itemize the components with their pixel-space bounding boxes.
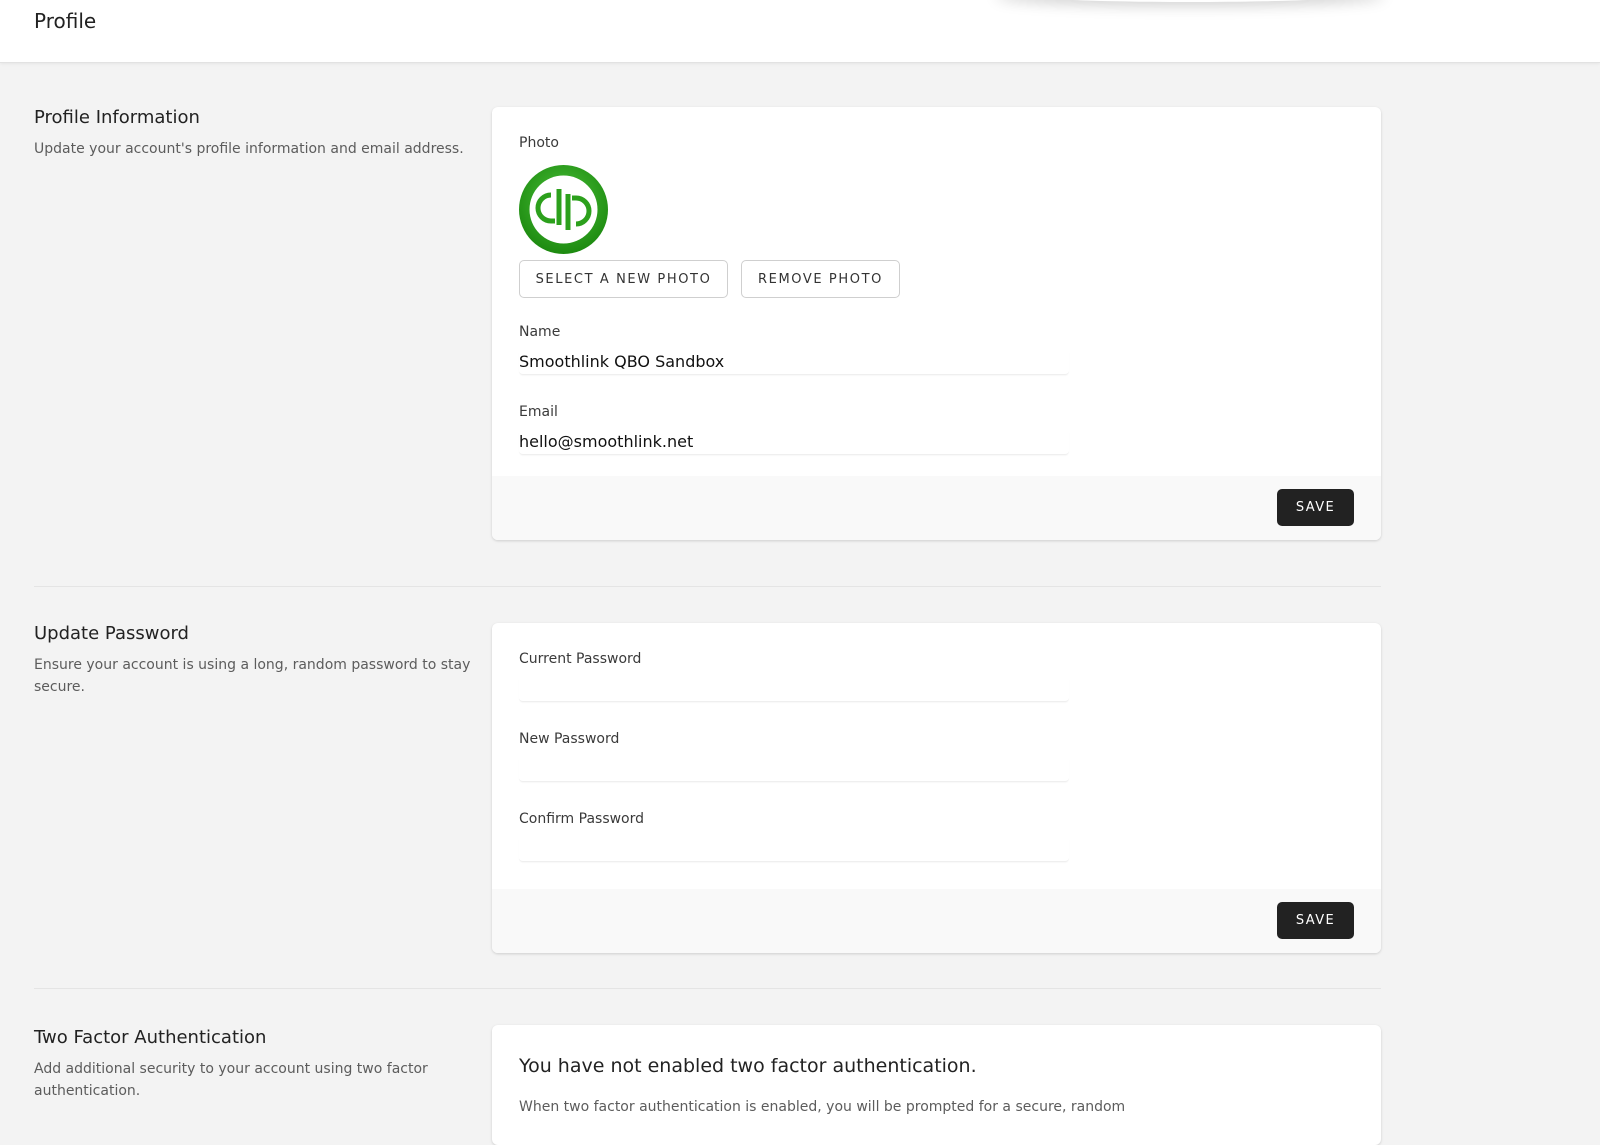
section-divider [34,586,1381,587]
avatar [519,165,608,254]
two-factor-status-text: When two factor authentication is enable… [519,1099,1126,1115]
name-field[interactable] [519,349,1069,375]
section-description: Update your account's profile informatio… [34,141,464,157]
remove-photo-button[interactable]: REMOVE PHOTO [741,260,900,298]
section-title: Update Password [34,623,189,644]
profile-information-section: Profile Information Update your account'… [0,105,1600,541]
new-password-field[interactable] [519,756,1069,782]
dropdown-shadow [995,0,1385,2]
select-new-photo-button[interactable]: SELECT A NEW PHOTO [519,260,728,298]
save-profile-button[interactable]: SAVE [1277,489,1354,526]
quickbooks-logo-icon [519,165,608,254]
section-header: Update Password Ensure your account is u… [34,623,474,698]
name-label: Name [519,324,561,340]
confirm-password-label: Confirm Password [519,811,645,827]
current-password-label: Current Password [519,651,642,667]
page-title: Profile [34,9,97,33]
section-title: Profile Information [34,107,200,128]
two-factor-section: Two Factor Authentication Add additional… [0,1025,1600,1145]
photo-label: Photo [519,135,559,151]
section-header: Two Factor Authentication Add additional… [34,1027,474,1102]
section-title: Two Factor Authentication [34,1027,267,1048]
profile-card: Photo SELECT A NEW PHOTO REMOVE PHOTO Na… [492,107,1381,540]
email-field[interactable] [519,429,1069,455]
two-factor-card: You have not enabled two factor authenti… [492,1025,1381,1145]
section-description: Add additional security to your account … [34,1061,428,1099]
confirm-password-field[interactable] [519,836,1069,862]
save-password-button[interactable]: SAVE [1277,902,1354,939]
card-footer: SAVE [492,889,1381,953]
two-factor-status-title: You have not enabled two factor authenti… [519,1055,977,1077]
section-header: Profile Information Update your account'… [34,107,474,160]
new-password-label: New Password [519,731,620,747]
header-bar: Profile [0,0,1600,63]
card-footer: SAVE [492,476,1381,540]
current-password-field[interactable] [519,676,1069,702]
update-password-section: Update Password Ensure your account is u… [0,623,1600,953]
password-card: Current Password New Password Confirm Pa… [492,623,1381,953]
section-description: Ensure your account is using a long, ran… [34,657,471,695]
section-divider [34,988,1381,989]
email-label: Email [519,404,558,420]
